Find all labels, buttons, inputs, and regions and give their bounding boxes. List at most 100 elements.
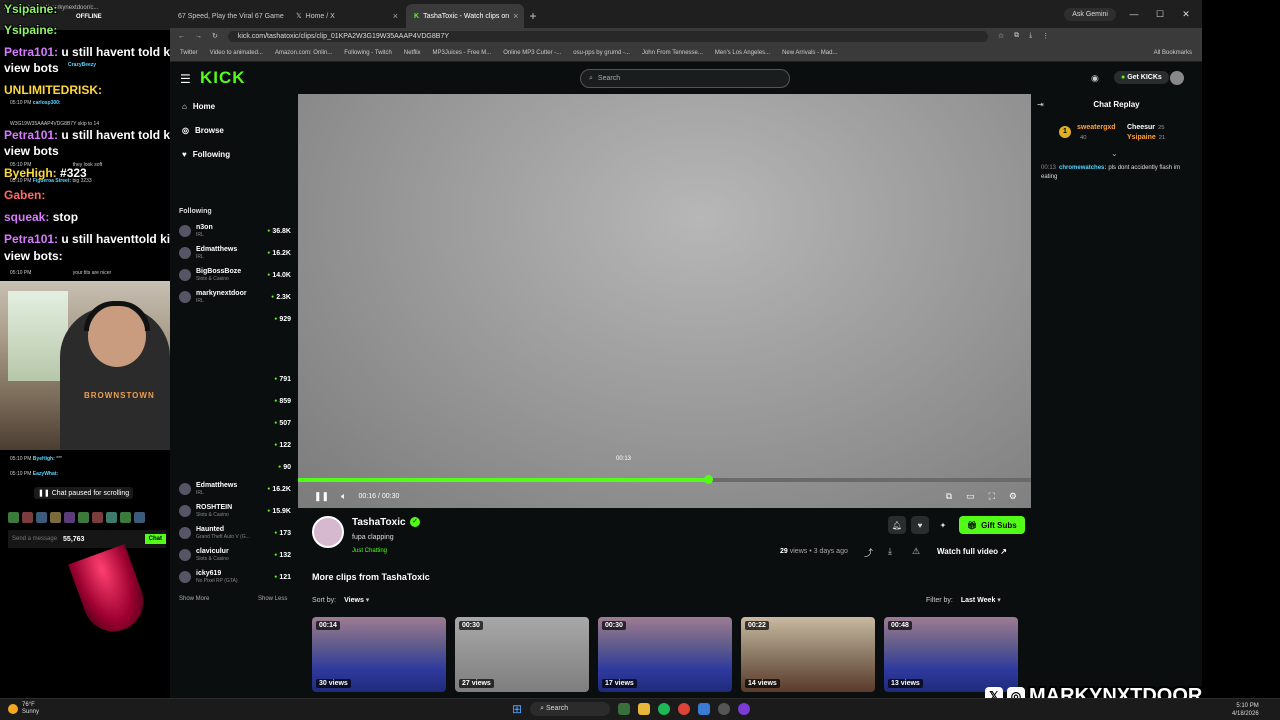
seek-bar[interactable]: [298, 475, 1031, 484]
followed-channel[interactable]: EdmatthewsIRL16.2K: [179, 480, 291, 498]
report-icon[interactable]: ⚠: [912, 546, 920, 557]
followed-channel[interactable]: 122: [179, 436, 291, 454]
bookmark-item[interactable]: Twitter: [180, 50, 198, 56]
close-tab-icon[interactable]: ×: [513, 11, 518, 21]
sidebar-item-following[interactable]: ♥ Following: [182, 150, 230, 159]
back-icon[interactable]: ←: [178, 33, 185, 40]
followed-channel[interactable]: 859: [179, 392, 291, 410]
bookmark-item[interactable]: Amazon.com: Onlin...: [275, 50, 332, 56]
bookmark-item[interactable]: Online MP3 Cutter -...: [503, 50, 561, 56]
follow-heart-button[interactable]: ♥: [911, 516, 929, 534]
bookmark-item[interactable]: Video to animated...: [210, 50, 263, 56]
widgets-app-icon[interactable]: [618, 703, 631, 715]
clip-thumbnail[interactable]: 00:30 17 views: [598, 617, 732, 692]
followed-channel[interactable]: n3onIRL36.8K: [179, 222, 291, 240]
leaderboard-entry[interactable]: Ysipaine 21: [1127, 134, 1165, 141]
emote-icon[interactable]: [92, 512, 103, 523]
emote-icon[interactable]: [22, 512, 33, 523]
ask-gemini-button[interactable]: Ask Gemini: [1064, 7, 1116, 21]
reload-icon[interactable]: ↻: [212, 32, 218, 40]
clip-thumbnail[interactable]: 00:14 30 views: [312, 617, 446, 692]
notifications-icon[interactable]: ◉: [1091, 73, 1099, 84]
star-icon[interactable]: ☆: [998, 32, 1004, 40]
new-tab-button[interactable]: +: [524, 4, 542, 28]
clip-category[interactable]: Just Chatting: [352, 548, 387, 554]
chat-input[interactable]: Send a message: [12, 536, 57, 542]
followed-channel[interactable]: claviculurSlots & Casino132: [179, 546, 291, 564]
obs-icon[interactable]: [718, 703, 731, 715]
bookmark-item[interactable]: Following - Twitch: [344, 50, 392, 56]
search-input[interactable]: ⌕ Search: [580, 69, 790, 88]
spotify-icon[interactable]: [658, 703, 671, 715]
followed-channel[interactable]: 929: [179, 310, 291, 328]
browser-tab[interactable]: 67 Speed, Play the Viral 67 Game×: [170, 4, 288, 28]
followed-channel[interactable]: 791: [179, 370, 291, 388]
filter-dropdown[interactable]: Filter by: Last Week ▾: [926, 596, 1001, 604]
emote-bar[interactable]: [8, 512, 148, 524]
hamburger-menu-icon[interactable]: ☰: [180, 72, 191, 86]
followed-channel[interactable]: 507: [179, 414, 291, 432]
bookmark-item[interactable]: Men's Los Angeles...: [715, 50, 770, 56]
leaderboard-entry[interactable]: Cheesur 25: [1127, 124, 1165, 131]
channel-name[interactable]: TashaToxic: [352, 517, 406, 528]
settings-icon[interactable]: ⚙: [1009, 491, 1017, 502]
show-less-link[interactable]: Show Less: [258, 596, 287, 602]
video-player[interactable]: 00:13 ❚❚ 🔈︎ 00:16 / 00:30 ⧉ ▭ ⛶ ⚙: [298, 94, 1031, 508]
bookmark-item[interactable]: John From Tennesse...: [642, 50, 703, 56]
notification-bell-button[interactable]: 🔔︎: [888, 516, 906, 534]
system-clock[interactable]: 5:10 PM 4/18/2026: [1232, 702, 1259, 718]
sparkle-button[interactable]: ✦: [934, 516, 952, 534]
emote-icon[interactable]: [78, 512, 89, 523]
download-clip-icon[interactable]: ⤓: [888, 546, 892, 557]
leaderboard-entry[interactable]: sweatergxd: [1077, 124, 1116, 131]
share-icon[interactable]: ⤴: [864, 546, 873, 559]
fullscreen-icon[interactable]: ⛶: [989, 491, 995, 502]
show-more-link[interactable]: Show More: [179, 596, 209, 602]
chat-send-button[interactable]: Chat: [144, 534, 166, 544]
browser-tab-active[interactable]: K TashaToxic - Watch clips on ×: [406, 4, 524, 28]
watch-full-video-link[interactable]: Watch full video ↗: [937, 547, 1007, 556]
emote-icon[interactable]: [120, 512, 131, 523]
followed-channel[interactable]: BigBossBozeSlots & Casino14.0K: [179, 266, 291, 284]
followed-channel[interactable]: icky619No Pixel RP (GTA)121: [179, 568, 291, 586]
emote-icon[interactable]: [134, 512, 145, 523]
all-bookmarks[interactable]: All Bookmarks: [1154, 50, 1202, 56]
bookmark-item[interactable]: New Arrivals - Mad...: [782, 50, 837, 56]
browser-tab[interactable]: 𝕏 Home / X ×: [288, 4, 406, 28]
clip-thumbnail[interactable]: 00:48 13 views: [884, 617, 1018, 692]
emote-icon[interactable]: [64, 512, 75, 523]
volume-icon[interactable]: 🔈︎: [341, 491, 346, 502]
pip-icon[interactable]: ⧉: [946, 491, 952, 502]
followed-channel[interactable]: HauntedGrand Theft Auto V (G...173: [179, 524, 291, 542]
sidebar-item-browse[interactable]: ◎ Browse: [182, 126, 224, 135]
close-tab-icon[interactable]: ×: [393, 11, 398, 21]
theater-icon[interactable]: ▭: [966, 491, 975, 502]
bookmark-item[interactable]: MP3Juices - Free M...: [433, 50, 492, 56]
maximize-icon[interactable]: ☐: [1152, 9, 1168, 20]
followed-channel[interactable]: ROSHTEINSlots & Casino15.9K: [179, 502, 291, 520]
gift-subs-button[interactable]: 🎁︎ Gift Subs: [959, 516, 1025, 534]
user-avatar[interactable]: [1170, 71, 1184, 85]
windows-start-icon[interactable]: ⊞: [512, 702, 522, 716]
url-input[interactable]: kick.com/tashatoxic/clips/clip_01KPA2W3G…: [227, 30, 988, 42]
followed-channel[interactable]: markynextdoorIRL2.3K: [179, 288, 291, 306]
kick-logo[interactable]: KICK: [200, 68, 246, 88]
weather-widget[interactable]: 76°F Sunny: [8, 702, 39, 716]
minimize-icon[interactable]: —: [1126, 9, 1142, 19]
get-kicks-button[interactable]: ● Get KICKs: [1114, 71, 1169, 84]
channel-avatar[interactable]: [312, 516, 344, 548]
bookmark-item[interactable]: Netflix: [404, 50, 421, 56]
extensions-icon[interactable]: ⧉: [1014, 32, 1019, 40]
clip-thumbnail[interactable]: 00:30 27 views: [455, 617, 589, 692]
leaderboard-entry[interactable]: 40: [1077, 134, 1086, 141]
chrome-icon[interactable]: [678, 703, 691, 715]
pause-icon[interactable]: ❚❚: [314, 491, 329, 502]
download-icon[interactable]: ⤓: [1029, 32, 1032, 40]
sort-dropdown[interactable]: Sort by: Views ▾: [312, 596, 369, 604]
menu-icon[interactable]: ⋮: [1042, 32, 1049, 40]
emote-icon[interactable]: [36, 512, 47, 523]
chat-send-bar[interactable]: Send a message 55,763 Chat: [8, 530, 166, 548]
bookmark-item[interactable]: osu-pps by grumd -...: [573, 50, 630, 56]
taskbar-search[interactable]: ⌕ Search: [530, 702, 611, 716]
emote-icon[interactable]: [50, 512, 61, 523]
